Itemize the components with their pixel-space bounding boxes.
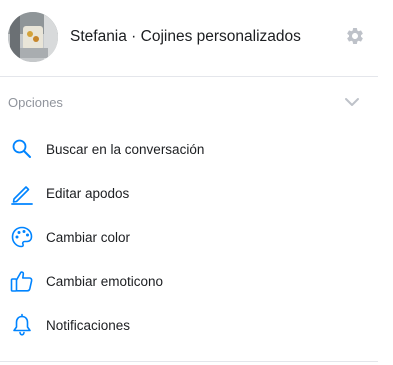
menu-item-change-emoji[interactable]: Cambiar emoticono [0, 259, 378, 303]
conversation-title: Stefania · Cojines personalizados [70, 28, 301, 45]
menu-item-label: Cambiar color [46, 230, 131, 245]
conversation-header: Stefania · Cojines personalizados [0, 0, 378, 77]
menu-item-edit-nicknames[interactable]: Editar apodos [0, 171, 378, 215]
menu-item-notifications[interactable]: Notificaciones [0, 303, 378, 347]
menu-item-search-conversation[interactable]: Buscar en la conversación [0, 127, 378, 171]
palette-icon [10, 225, 34, 249]
menu-item-change-color[interactable]: Cambiar color [0, 215, 378, 259]
menu-item-label: Notificaciones [46, 318, 131, 333]
chevron-down-icon[interactable] [344, 95, 360, 107]
divider [0, 361, 378, 362]
avatar[interactable] [8, 12, 58, 62]
menu-item-label: Cambiar emoticono [46, 274, 164, 289]
menu-item-label: Buscar en la conversación [46, 142, 205, 157]
section-title: Opciones [8, 95, 63, 110]
gear-icon[interactable] [345, 26, 365, 46]
options-section-toggle[interactable]: Opciones [0, 90, 378, 116]
bell-icon [10, 313, 34, 337]
options-menu: Buscar en la conversación Editar apodos … [0, 127, 378, 347]
search-icon [10, 137, 34, 161]
thumbs-up-icon [10, 269, 34, 293]
menu-item-label: Editar apodos [46, 186, 130, 201]
pencil-icon [10, 181, 34, 205]
